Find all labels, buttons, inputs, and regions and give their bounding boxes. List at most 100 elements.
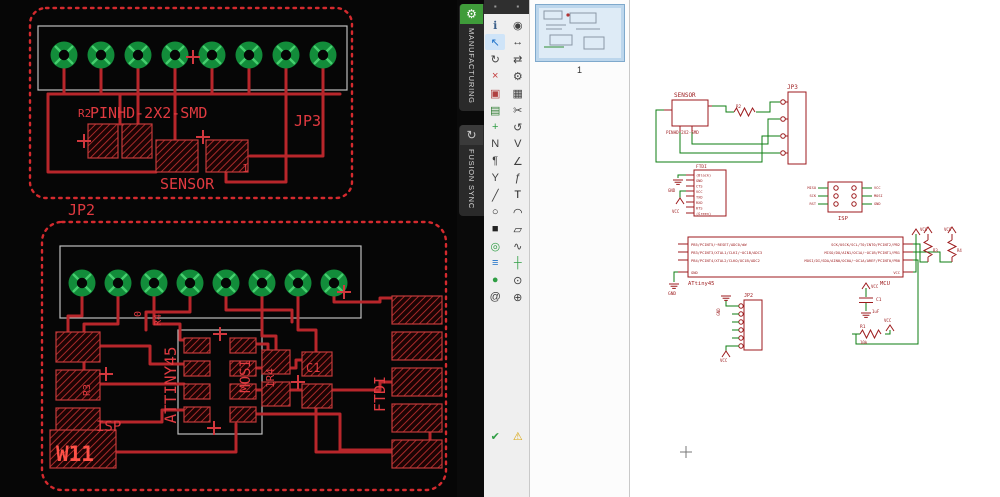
pin-label: SCK/USCK/SCL/T0/INT0/PCINT2/PB2 xyxy=(831,243,900,247)
tool-glyph: T xyxy=(514,189,522,201)
schematic-ftdi: FTDI (Black) GND CTS VCC TXD RXD RTS (Gr… xyxy=(668,164,727,217)
mirror-tool[interactable]: ⇄ xyxy=(508,51,528,67)
delete-tool[interactable]: × xyxy=(485,68,505,84)
smd-pads xyxy=(49,123,443,469)
paste-tool[interactable]: ▤ xyxy=(485,102,505,118)
board-label-w11: W11 xyxy=(56,442,94,466)
wire-tool[interactable]: ╱ xyxy=(485,187,505,203)
bus-tool[interactable]: ≡ xyxy=(485,255,505,271)
tab-fusion-sync[interactable]: ↻ FUSION SYNC xyxy=(459,124,484,216)
tool-glyph: ○ xyxy=(491,206,499,218)
pin-label: (Green) xyxy=(696,212,711,216)
tool-glyph: ⊙ xyxy=(513,274,523,287)
erc-tool[interactable]: ✔ xyxy=(485,428,505,444)
split-tool[interactable]: Y xyxy=(485,170,505,186)
signal-tool[interactable]: ∿ xyxy=(508,238,528,254)
schematic-isp: ISP MISO SCK RST VCC MOSI GND xyxy=(807,181,883,222)
vcc-label: VCC xyxy=(884,318,892,323)
miter-tool[interactable]: ∠ xyxy=(508,153,528,169)
pin-label: GND xyxy=(696,179,703,183)
schematic-canvas[interactable]: SENSOR PINHD-2X2-SMD R2 JP3 FTDI (Black)… xyxy=(630,0,1000,497)
attribute-tool[interactable]: @ xyxy=(485,289,505,305)
pin-label: (Black) xyxy=(696,174,711,178)
toolbar-bottom: ✔ ⚠ xyxy=(484,428,529,445)
sheet-thumbnail-1[interactable] xyxy=(534,4,625,62)
sheet-thumbnail-preview xyxy=(535,5,624,61)
tab-manufacturing[interactable]: ⚙ MANUFACTURING xyxy=(459,4,484,111)
errors-tool[interactable]: ⚠ xyxy=(508,428,528,444)
mark-tool[interactable]: ⊕ xyxy=(508,289,528,305)
add-part-tool[interactable]: + xyxy=(485,119,505,135)
schematic-label-jp3: JP3 xyxy=(787,84,798,91)
name-tool[interactable]: N xyxy=(485,136,505,152)
gnd-label: GND xyxy=(668,291,676,297)
menu-icon[interactable]: ▪ xyxy=(516,3,519,11)
eagle-window: R2 PINHD-2X2-SMD JP3 SENSOR 1 JP2 R3 0 R… xyxy=(0,0,1000,497)
vcc-label: VCC xyxy=(920,227,928,232)
tool-glyph: ■ xyxy=(491,223,499,235)
tab-manufacturing-label: MANUFACTURING xyxy=(467,28,476,104)
tool-glyph: ↻ xyxy=(490,53,500,66)
tool-glyph: ▣ xyxy=(490,87,501,100)
tool-glyph: ╱ xyxy=(491,189,499,202)
tool-glyph: ⇄ xyxy=(513,53,523,66)
via-tool[interactable]: ◎ xyxy=(485,238,505,254)
rotate-tool[interactable]: ↻ xyxy=(485,51,505,67)
show-tool[interactable]: ◉ xyxy=(508,17,528,33)
group-tool[interactable]: ▦ xyxy=(508,85,528,101)
pin-label: PB5/PCINT5/~RESET/ADC0/dW xyxy=(691,243,747,247)
change-tool[interactable]: ⚙ xyxy=(508,68,528,84)
pin-label: MISO/DO/AIN1/OC1A/~OC1B/PCINT1/PB1 xyxy=(825,251,900,255)
schematic-label-r2: R2 xyxy=(736,104,742,109)
board-label-c1: C1 xyxy=(306,361,320,375)
pin-label: MOSI xyxy=(874,194,883,198)
pin-label: MOSI/DI/SDA/AIN0/OC0A/~OC1A/AREF/PCINT0/… xyxy=(805,259,900,263)
text-tool[interactable]: T xyxy=(508,187,528,203)
copy-tool[interactable]: ▣ xyxy=(485,85,505,101)
invoke-tool[interactable]: ƒ xyxy=(508,170,528,186)
schematic-label-sensor: SENSOR xyxy=(674,92,696,99)
schematic-label-mcu: MCU xyxy=(880,281,890,287)
tool-glyph: ✔ xyxy=(490,430,500,443)
board-label-jp3: JP3 xyxy=(294,112,321,130)
select-tool[interactable]: ↖ xyxy=(485,34,506,50)
toolbar-header: ▪ ▪ xyxy=(484,0,529,14)
schematic-label-c1-value: 1uF xyxy=(872,309,880,314)
tool-glyph: ● xyxy=(491,274,499,286)
tool-glyph: ↖ xyxy=(490,36,500,49)
schematic-label-ftdi: FTDI xyxy=(696,164,707,170)
schematic-mcu: PB5/PCINT5/~RESET/ADC0/dW PB3/PCINT3/XTA… xyxy=(668,226,962,345)
fusion-sync-icon: ↻ xyxy=(460,124,483,145)
polygon-tool[interactable]: ▱ xyxy=(508,221,528,237)
board-canvas[interactable]: R2 PINHD-2X2-SMD JP3 SENSOR 1 JP2 R3 0 R… xyxy=(0,0,457,497)
smash-tool[interactable]: ¶ xyxy=(485,153,505,169)
schematic-jp2: JP2 GND VCC xyxy=(716,293,763,363)
net-tool[interactable]: ┼ xyxy=(508,255,528,271)
schematic-label-r1-value: 10k xyxy=(860,340,868,345)
schematic-label-r3: R3 xyxy=(933,248,938,253)
value-tool[interactable]: V xyxy=(508,136,528,152)
board-label-sensor: SENSOR xyxy=(160,175,215,193)
arc-tool[interactable]: ◠ xyxy=(508,204,528,220)
move-tool[interactable]: ↔ xyxy=(508,34,528,50)
junction-tool[interactable]: ● xyxy=(485,272,505,288)
board-label-zero: 0 xyxy=(133,311,144,317)
cut-tool[interactable]: ✂ xyxy=(508,102,528,118)
board-label-1r4: 1R4 xyxy=(264,368,277,388)
sheet-number: 1 xyxy=(576,65,582,75)
schematic-sensor-circuit: SENSOR PINHD-2X2-SMD R2 JP3 xyxy=(655,84,807,165)
dock-icon[interactable]: ▪ xyxy=(494,3,497,11)
info-tool[interactable]: ℹ xyxy=(485,17,505,33)
schematic-label-c1: C1 xyxy=(876,297,882,303)
circle-tool[interactable]: ○ xyxy=(485,204,505,220)
board-label-jp2: JP2 xyxy=(68,201,95,219)
replace-tool[interactable]: ↺ xyxy=(508,119,528,135)
tool-glyph: ƒ xyxy=(514,172,521,184)
tool-glyph: ¶ xyxy=(492,155,499,167)
rect-tool[interactable]: ■ xyxy=(485,221,505,237)
tool-glyph: ⚙ xyxy=(512,70,523,83)
manufacturing-icon: ⚙ xyxy=(460,4,483,24)
tool-glyph: @ xyxy=(489,291,501,303)
board-label-isp: ISP xyxy=(96,419,121,435)
label-tool[interactable]: ⊙ xyxy=(508,272,528,288)
